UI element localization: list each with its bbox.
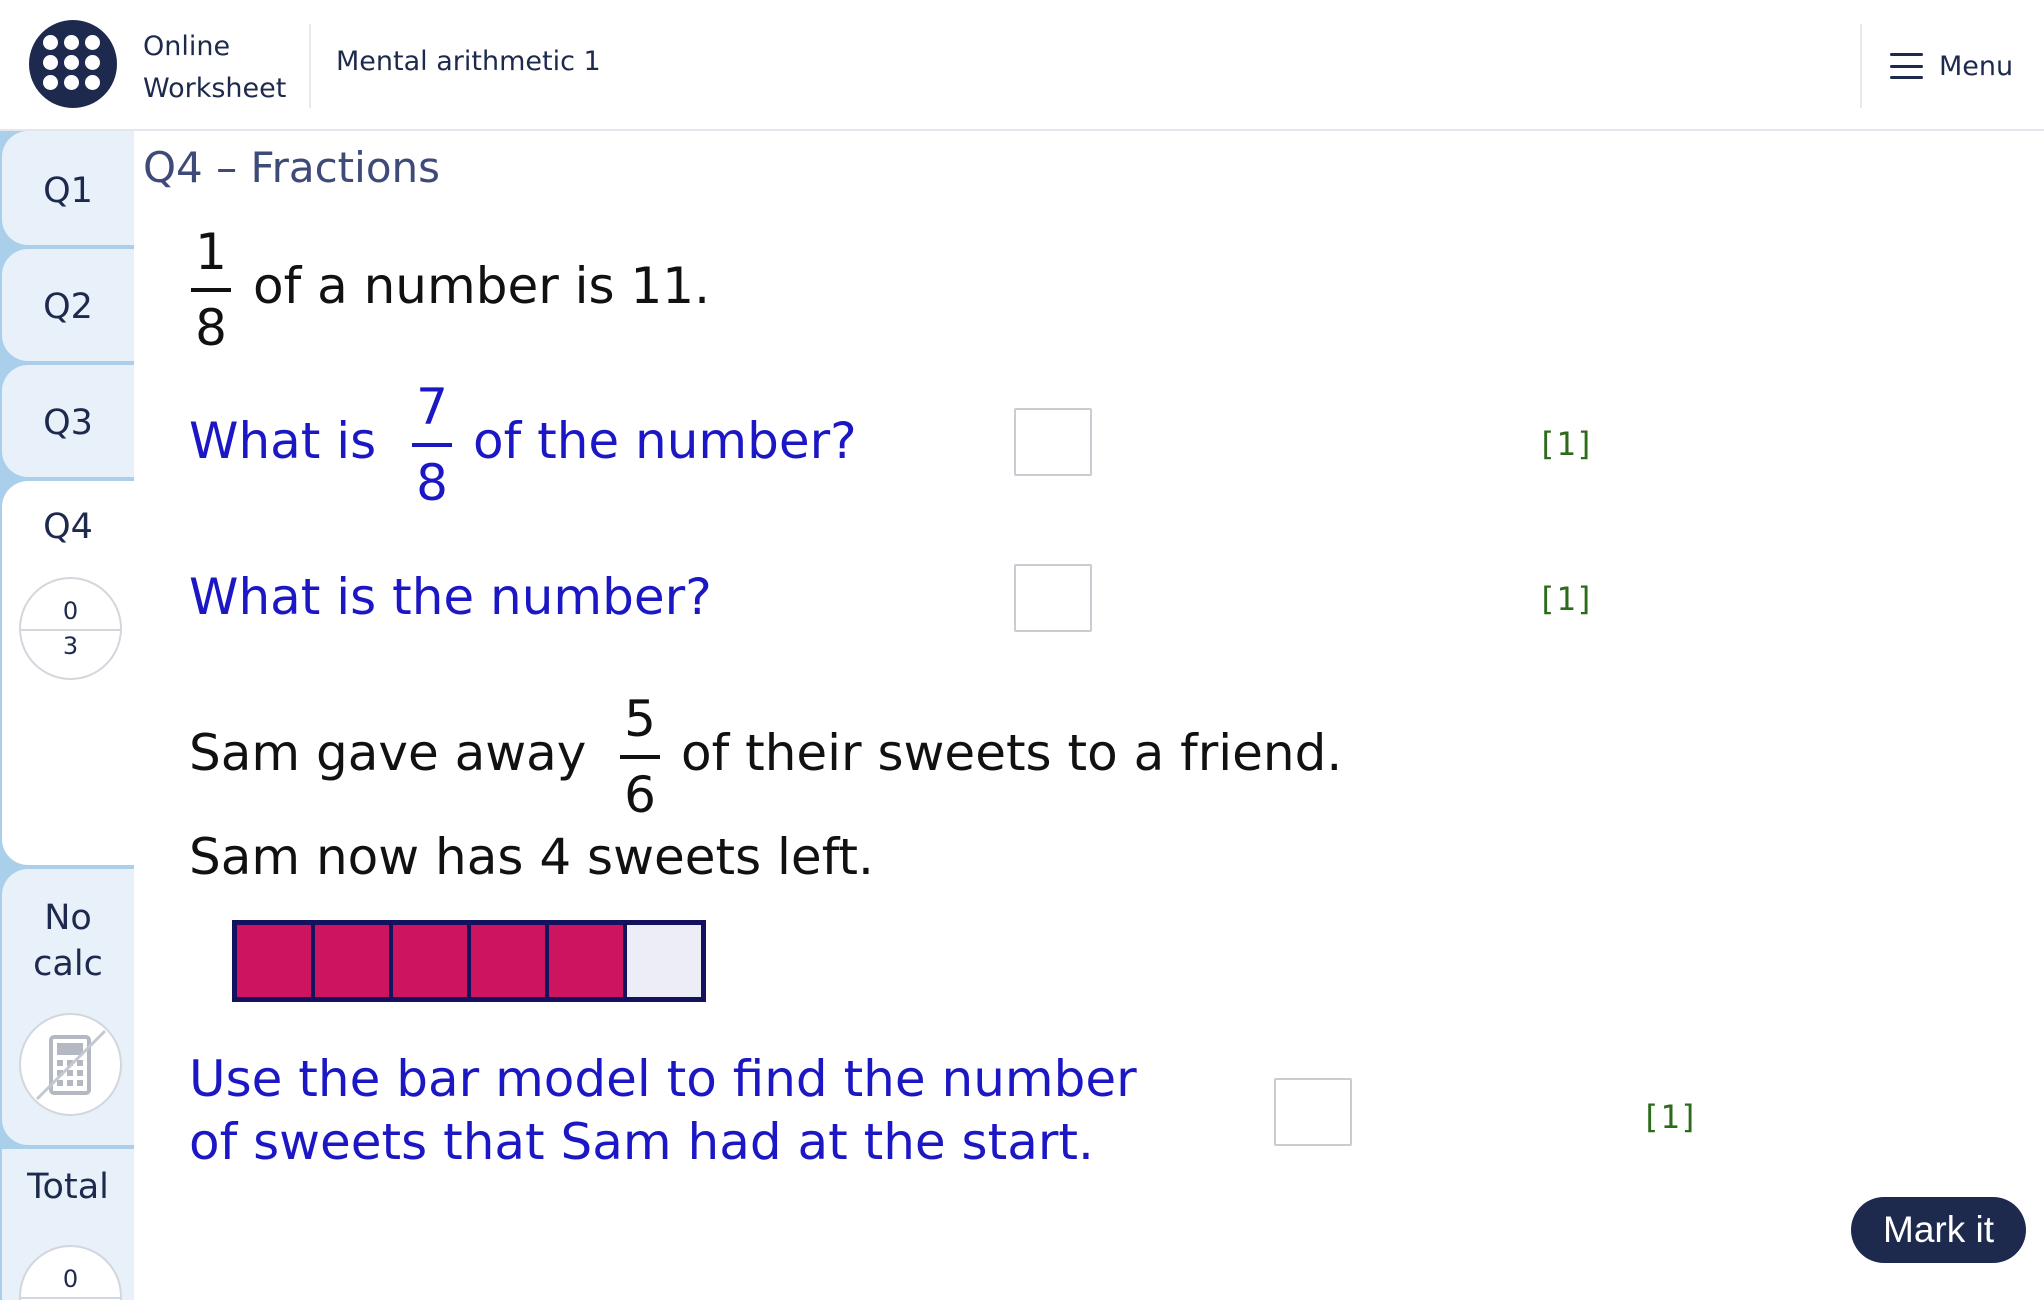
stem-text-2-after: of their sweets to a friend. (681, 724, 1343, 782)
q4-score-circle: 0 3 (19, 577, 122, 680)
bar-segment-shaded (315, 925, 393, 997)
question-title: Q4 – Fractions (143, 143, 441, 192)
hamburger-icon (1890, 53, 1923, 79)
stem-text-3: Sam now has 4 sweets left. (189, 828, 874, 886)
tab-q1-label: Q1 (43, 171, 93, 211)
mark-it-button[interactable]: Mark it (1851, 1197, 2026, 1263)
no-calculator-icon (19, 1013, 122, 1116)
part-b-marks: [1] (1537, 580, 1595, 618)
brand-line-2: Worksheet (143, 73, 287, 104)
tab-q4[interactable]: Q4 0 3 (2, 481, 134, 865)
bar-segment-shaded (549, 925, 627, 997)
q4-max-score: 3 (62, 632, 79, 660)
no-calc-line-2: calc (33, 944, 103, 984)
tab-q2-label: Q2 (43, 287, 93, 327)
tab-q3[interactable]: Q3 (2, 365, 134, 477)
bar-model (232, 920, 706, 1002)
fraction-one-eighth: 18 (189, 224, 233, 356)
header: Online Worksheet Mental arithmetic 1 Men… (0, 0, 2044, 131)
tab-q2[interactable]: Q2 (2, 249, 134, 361)
tab-q4-label: Q4 (43, 507, 93, 547)
part-b-text: What is the number? (189, 568, 712, 626)
part-b-answer-input[interactable] (1014, 564, 1092, 632)
stem-text-1: of a number is 11. (253, 257, 711, 315)
no-calc-line-1: No (44, 898, 92, 938)
no-calc-panel: No calc (2, 869, 134, 1145)
logo-grid-icon[interactable] (29, 20, 117, 108)
tab-q3-label: Q3 (43, 403, 93, 443)
bar-segment-shaded (471, 925, 549, 997)
part-c-answer-input[interactable] (1274, 1078, 1352, 1146)
brand-name: Online Worksheet (143, 26, 286, 110)
fraction-five-sixths: 56 (618, 691, 662, 823)
fraction-seven-eighths: 78 (410, 379, 454, 511)
header-divider (309, 24, 311, 108)
part-c-line-2: of sweets that Sam had at the start. (189, 1113, 1094, 1171)
bar-segment-shaded (237, 925, 315, 997)
part-a-text-before: What is (189, 412, 377, 470)
bar-segment-shaded (393, 925, 471, 997)
part-c-marks: [1] (1641, 1098, 1699, 1136)
total-label: Total (27, 1167, 109, 1207)
menu-label: Menu (1939, 50, 2014, 82)
part-a-marks: [1] (1537, 425, 1595, 463)
total-score: 0 (62, 1265, 79, 1293)
brand-line-1: Online (143, 31, 231, 62)
total-panel: Total 0 18 (2, 1149, 134, 1300)
question-sidebar: Q1 Q2 Q3 Q4 0 3 No calc Total 0 (0, 131, 134, 1300)
stem-text-2-before: Sam gave away (189, 724, 587, 782)
worksheet-title: Mental arithmetic 1 (336, 46, 601, 77)
q4-score: 0 (62, 597, 79, 625)
part-a-answer-input[interactable] (1014, 408, 1092, 476)
part-c-line-1: Use the bar model to find the number (189, 1050, 1137, 1108)
bar-segment-unshaded (627, 925, 701, 997)
total-score-circle: 0 18 (19, 1245, 122, 1300)
tab-q1[interactable]: Q1 (2, 131, 134, 245)
menu-button[interactable]: Menu (1890, 46, 2013, 86)
part-a-text-after: of the number? (473, 412, 857, 470)
header-divider (1860, 24, 1862, 108)
